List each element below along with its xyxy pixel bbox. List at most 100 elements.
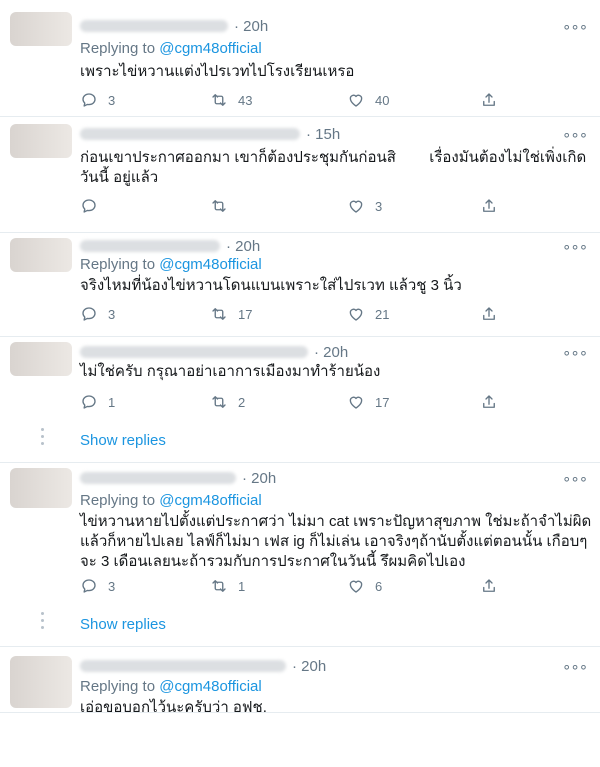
reply-handle-link[interactable]: @cgm48official <box>159 678 262 695</box>
tweet-time[interactable]: · 20h <box>242 470 276 487</box>
replying-to: Replying to @cgm48official <box>80 40 262 57</box>
tweet-header: · 20h <box>80 14 268 38</box>
share-button[interactable] <box>480 90 498 110</box>
tweet-actions: 3 <box>80 196 500 216</box>
blurred-username <box>80 20 228 32</box>
like-button[interactable]: 3 <box>347 196 382 216</box>
avatar[interactable] <box>10 12 72 46</box>
heart-icon <box>349 580 363 593</box>
blurred-username <box>80 472 236 484</box>
replying-prefix: Replying to <box>80 678 156 695</box>
reply-button[interactable] <box>80 196 108 216</box>
tweet-actions: 1 2 17 <box>80 392 500 412</box>
reply-handle-link[interactable]: @cgm48official <box>159 40 262 57</box>
tweet-text: ไข่หวานหายไปตั้งแต่ประกาศว่า ไม่มา cat เ… <box>80 513 596 570</box>
reply-count: 1 <box>108 394 116 410</box>
avatar[interactable] <box>10 656 72 708</box>
like-button[interactable]: 6 <box>347 576 382 596</box>
tweet[interactable]: · 20h ∘∘∘ Replying to @cgm48official ไข่… <box>0 462 600 647</box>
tweet-actions: 3 1 6 <box>80 576 500 596</box>
reply-icon <box>82 307 96 321</box>
share-button[interactable] <box>480 304 498 324</box>
retweet-icon <box>212 200 226 212</box>
reply-button[interactable]: 3 <box>80 304 115 324</box>
heart-icon <box>349 94 363 107</box>
replying-prefix: Replying to <box>80 256 156 273</box>
share-icon <box>483 307 495 320</box>
tweet[interactable]: · 20h ∘∘∘ ไม่ใช่ครับ กรุณาอย่าเอาการเมือ… <box>0 336 600 463</box>
share-button[interactable] <box>480 392 498 412</box>
tweet[interactable]: · 20h ∘∘∘ Replying to @cgm48official เอ่… <box>0 646 600 713</box>
avatar[interactable] <box>10 468 72 508</box>
blurred-username <box>80 346 308 358</box>
blurred-username <box>80 128 300 140</box>
heart-icon <box>349 396 363 409</box>
retweet-icon <box>212 580 226 592</box>
reply-button[interactable]: 3 <box>80 576 115 596</box>
tweet-time[interactable]: · 20h <box>314 344 348 361</box>
reply-handle-link[interactable]: @cgm48official <box>159 256 262 273</box>
reply-icon <box>82 199 96 213</box>
retweet-icon <box>212 396 226 408</box>
retweet-button[interactable]: 1 <box>210 576 245 596</box>
like-button[interactable]: 40 <box>347 90 389 110</box>
reply-count: 3 <box>108 306 116 322</box>
retweet-button[interactable]: 17 <box>210 304 252 324</box>
tweet-time[interactable]: · 20h <box>292 658 326 675</box>
share-button[interactable] <box>480 576 498 596</box>
retweet-count: 43 <box>238 92 253 108</box>
show-replies-link[interactable]: Show replies <box>80 432 166 449</box>
tweet-time[interactable]: · 15h <box>306 126 340 143</box>
tweet-text: เอ่อขอบอกไว้นะครับว่า อฟช. <box>80 699 267 713</box>
blurred-username <box>80 660 286 672</box>
retweet-count: 1 <box>238 578 246 594</box>
reply-icon <box>82 579 96 593</box>
tweet-header: · 20h <box>80 654 326 678</box>
reply-count: 3 <box>108 92 116 108</box>
tweet-header: · 20h <box>80 234 260 258</box>
tweet-text: ก่อนเขาประกาศออกมา เขาก็ต้องประชุมกันก่อ… <box>80 149 587 186</box>
avatar[interactable] <box>10 238 72 272</box>
retweet-count: 17 <box>238 306 253 322</box>
tweet-text: จริงไหมที่น้องไข่หวานโดนแบนเพราะใส่ไปรเว… <box>80 277 462 294</box>
like-count: 17 <box>375 394 390 410</box>
retweet-count: 2 <box>238 394 246 410</box>
tweet-text: ไม่ใช่ครับ กรุณาอย่าเอาการเมืองมาทำร้ายน… <box>80 363 381 380</box>
thread-connector <box>41 428 45 449</box>
tweet[interactable]: · 20h ∘∘∘ Replying to @cgm48official เพร… <box>0 6 600 117</box>
tweet-actions: 3 17 21 <box>80 304 500 324</box>
tweet-text: เพราะไข่หวานแต่งไปรเวทไปโรงเรียนเหรอ <box>80 63 355 80</box>
reply-button[interactable]: 3 <box>80 90 115 110</box>
more-options-icon[interactable]: ∘∘∘ <box>562 240 588 264</box>
reply-handle-link[interactable]: @cgm48official <box>159 492 262 509</box>
tweet-time[interactable]: · 20h <box>234 18 268 35</box>
tweet[interactable]: · 20h ∘∘∘ Replying to @cgm48official จริ… <box>0 232 600 337</box>
retweet-button[interactable]: 2 <box>210 392 245 412</box>
more-options-icon[interactable]: ∘∘∘ <box>562 20 588 44</box>
more-options-icon[interactable]: ∘∘∘ <box>562 660 588 684</box>
avatar[interactable] <box>10 342 72 376</box>
like-count: 3 <box>375 198 383 214</box>
replying-prefix: Replying to <box>80 492 156 509</box>
tweet[interactable]: · 15h ∘∘∘ ก่อนเขาประกาศออกมา เขาก็ต้องปร… <box>0 116 600 233</box>
like-count: 21 <box>375 306 390 322</box>
more-options-icon[interactable]: ∘∘∘ <box>562 472 588 496</box>
like-button[interactable]: 21 <box>347 304 389 324</box>
show-replies-link[interactable]: Show replies <box>80 616 166 633</box>
heart-icon <box>349 200 363 213</box>
retweet-button[interactable]: 43 <box>210 90 252 110</box>
share-icon <box>483 579 495 592</box>
thread-connector <box>41 612 45 633</box>
tweet-actions: 3 43 40 <box>80 90 500 110</box>
avatar[interactable] <box>10 124 72 158</box>
like-count: 40 <box>375 92 390 108</box>
like-button[interactable]: 17 <box>347 392 389 412</box>
like-count: 6 <box>375 578 383 594</box>
reply-button[interactable]: 1 <box>80 392 115 412</box>
share-button[interactable] <box>480 196 498 216</box>
share-icon <box>483 395 495 408</box>
retweet-button[interactable] <box>210 196 238 216</box>
tweet-time[interactable]: · 20h <box>226 238 260 255</box>
reply-icon <box>82 93 96 107</box>
share-icon <box>483 93 495 106</box>
